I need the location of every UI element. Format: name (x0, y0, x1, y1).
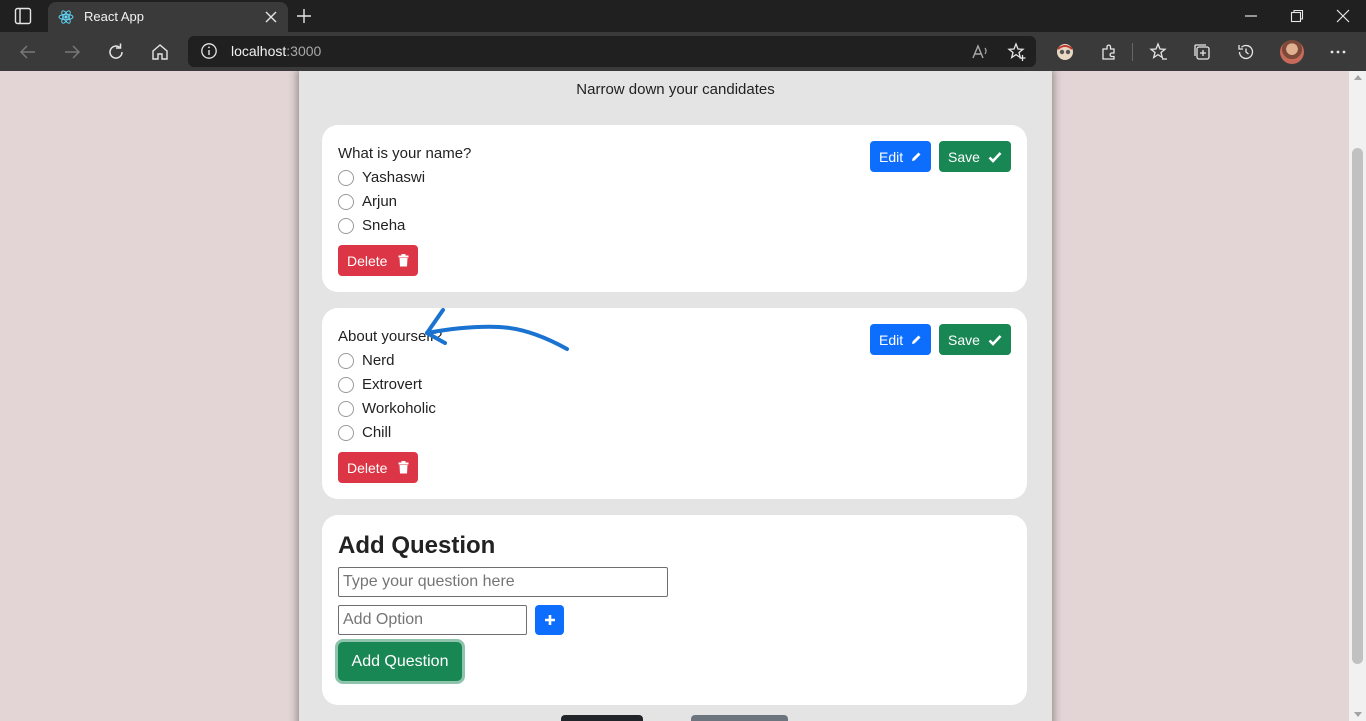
delete-button-label: Delete (347, 459, 388, 476)
question-text: What is your name? (338, 145, 472, 162)
bottom-secondary-button[interactable] (691, 715, 788, 721)
radio-button[interactable] (338, 425, 354, 441)
question-card: What is your name? Yashaswi Arjun Sneha … (322, 125, 1027, 292)
favorites-icon[interactable] (1148, 42, 1168, 62)
pencil-icon (912, 335, 921, 344)
bottom-dark-button[interactable] (561, 715, 643, 721)
react-logo-icon (58, 10, 74, 24)
home-icon[interactable] (150, 42, 170, 62)
browser-toolbar: localhost:3000 (0, 32, 1366, 71)
pencil-icon (912, 152, 921, 161)
option-label: Yashaswi (362, 169, 426, 186)
close-tab-icon[interactable] (264, 10, 278, 24)
radio-button[interactable] (338, 377, 354, 393)
history-icon[interactable] (1236, 42, 1256, 62)
scroll-thumb[interactable] (1352, 148, 1363, 664)
edit-button-label: Edit (879, 148, 904, 165)
option-label: Chill (362, 424, 392, 441)
save-button[interactable]: Save (939, 141, 1011, 172)
browser-titlebar: React App (0, 0, 1366, 32)
radio-button[interactable] (338, 353, 354, 369)
tab-actions-icon[interactable] (14, 7, 32, 25)
tab-title: React App (84, 9, 144, 24)
extensions-icon[interactable] (1099, 42, 1119, 62)
check-icon (988, 334, 1002, 346)
delete-button[interactable]: Delete (338, 245, 418, 276)
radio-button[interactable] (338, 170, 354, 186)
refresh-icon[interactable] (106, 42, 126, 62)
add-option-button[interactable] (535, 605, 564, 635)
collections-icon[interactable] (1192, 42, 1212, 62)
option-label: Nerd (362, 352, 395, 369)
save-button-label: Save (948, 148, 980, 165)
minimize-icon[interactable] (1243, 8, 1259, 24)
page-subtitle: Narrow down your candidates (576, 81, 775, 98)
page-viewport: Narrow down your candidates What is your… (0, 71, 1349, 721)
url-port: :3000 (286, 43, 322, 59)
profile-extension-icon[interactable] (1055, 42, 1075, 62)
radio-button[interactable] (338, 401, 354, 417)
option-label: Extrovert (362, 376, 423, 393)
new-tab-icon[interactable] (296, 8, 312, 24)
page-scrollbar[interactable] (1349, 71, 1366, 721)
forward-icon[interactable] (62, 42, 82, 62)
check-icon (988, 151, 1002, 163)
option-input[interactable] (338, 605, 527, 635)
add-question-button[interactable]: Add Question (335, 639, 465, 684)
save-button-label: Save (948, 331, 980, 348)
trash-icon (398, 254, 409, 267)
address-url: localhost:3000 (231, 43, 321, 59)
more-options-icon[interactable] (1328, 42, 1348, 62)
address-bar[interactable]: localhost:3000 (188, 36, 1036, 67)
radio-button[interactable] (338, 218, 354, 234)
edit-button-label: Edit (879, 331, 904, 348)
option-label: Arjun (362, 193, 398, 210)
site-info-icon[interactable] (200, 42, 218, 60)
restore-icon[interactable] (1289, 8, 1305, 24)
save-button[interactable]: Save (939, 324, 1011, 355)
url-host: localhost (231, 43, 287, 59)
back-icon[interactable] (18, 42, 38, 62)
user-avatar[interactable] (1280, 40, 1304, 64)
trash-icon (398, 461, 409, 474)
edit-button[interactable]: Edit (870, 141, 931, 172)
close-window-icon[interactable] (1335, 8, 1351, 24)
edit-button[interactable]: Edit (870, 324, 931, 355)
option-label: Sneha (362, 217, 406, 234)
poll-container: Narrow down your candidates What is your… (299, 71, 1052, 721)
delete-button-label: Delete (347, 252, 388, 269)
radio-button[interactable] (338, 194, 354, 210)
scroll-up-icon[interactable] (1354, 75, 1362, 80)
browser-tab[interactable]: React App (48, 2, 288, 32)
add-favorite-icon[interactable] (1007, 42, 1027, 62)
plus-icon (544, 615, 555, 625)
add-question-card: Add Question Add Question (322, 515, 1027, 705)
add-question-heading: Add Question (338, 532, 496, 559)
scroll-down-icon[interactable] (1354, 712, 1362, 717)
annotation-arrow (425, 308, 569, 351)
read-aloud-icon[interactable] (970, 42, 990, 62)
toolbar-divider (1132, 43, 1133, 61)
delete-button[interactable]: Delete (338, 452, 418, 483)
question-input[interactable] (338, 567, 668, 597)
option-label: Workoholic (362, 400, 436, 417)
